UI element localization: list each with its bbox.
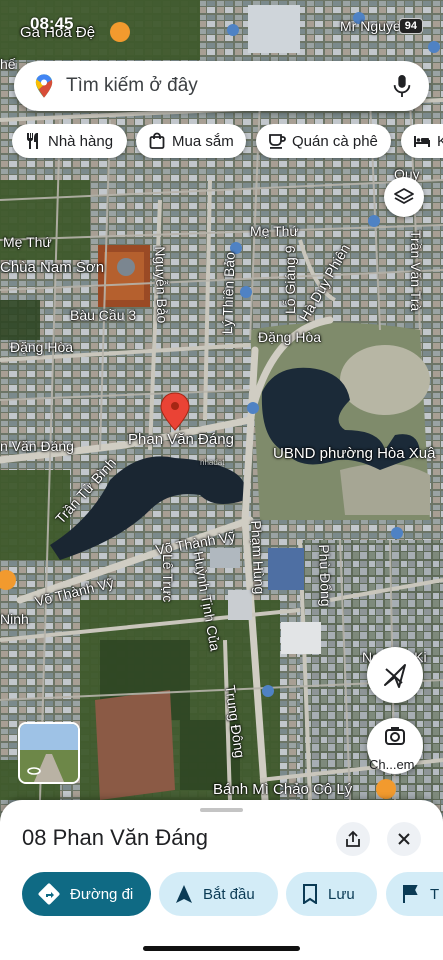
- chip-label: Mua sắm: [172, 132, 234, 150]
- map-label-place: Chùa Nam Sơn: [0, 259, 105, 276]
- map-label-street: Đặng Hòa: [258, 329, 322, 345]
- chip-label: K: [437, 132, 443, 150]
- my-location-button[interactable]: [367, 647, 423, 703]
- flag-icon: [403, 885, 418, 903]
- microphone-icon[interactable]: [391, 73, 413, 99]
- temple-poi-icon: [117, 258, 135, 276]
- chip-cafes[interactable]: Quán cà phê: [256, 124, 391, 158]
- close-icon: [398, 833, 410, 845]
- map-label: Mr Nguye: [340, 18, 401, 34]
- maps-logo-icon: [35, 74, 53, 98]
- share-button[interactable]: [336, 822, 370, 856]
- directions-icon: [38, 883, 60, 905]
- map-label-street: Phù Đổng: [316, 544, 335, 607]
- map-label-street: Đặng Hòa: [10, 339, 74, 355]
- category-chips: Nhà hàng Mua sắm Quán cà phê K: [12, 124, 443, 160]
- map-label-street: Nguyễn Bảo: [152, 246, 171, 324]
- map-label-street: Mẹ Thứ: [3, 234, 52, 250]
- sheet-drag-handle[interactable]: [200, 808, 243, 812]
- chip-hotels[interactable]: K: [401, 124, 443, 158]
- place-title: 08 Phan Văn Đáng: [22, 825, 208, 850]
- directions-label: Đường đi: [70, 885, 134, 903]
- coffee-icon: [269, 134, 286, 149]
- camera-icon: [385, 727, 405, 745]
- chip-shopping[interactable]: Mua sắm: [136, 124, 246, 158]
- navigation-arrow-icon: [176, 885, 192, 903]
- camera-button-label: Ch...em: [369, 757, 415, 772]
- directions-button[interactable]: Đường đi: [22, 872, 151, 916]
- chip-label: Nhà hàng: [48, 132, 114, 150]
- map-label-street: Mẹ Thứ: [250, 223, 299, 239]
- status-time: 08:45: [30, 14, 74, 33]
- save-label: Lưu: [328, 885, 355, 903]
- start-label: Bắt đầu: [203, 885, 255, 903]
- close-button[interactable]: [387, 822, 421, 856]
- map-label-street: Bàu Cầu 3: [70, 307, 137, 323]
- restaurant-poi-icon: [110, 22, 130, 42]
- map-label-street: Lỗ Giáng 9: [282, 245, 298, 315]
- save-button[interactable]: Lưu: [286, 872, 377, 916]
- map-label-street: Trần Văn Trà: [408, 230, 424, 312]
- chip-label: Quán cà phê: [292, 132, 378, 150]
- home-indicator: [143, 946, 300, 951]
- camera-search-button[interactable]: Ch...em: [367, 718, 423, 774]
- map-label-street: Lê Trực: [160, 554, 176, 603]
- search-placeholder[interactable]: Tìm kiếm ở đây: [66, 75, 198, 97]
- map-label-street: n Văn Đáng: [0, 438, 74, 454]
- hotel-icon: [414, 136, 430, 147]
- map-label-place: UBND phường Hòa Xuâ: [273, 445, 436, 462]
- flag-label: T: [430, 885, 440, 903]
- share-icon: [346, 830, 360, 847]
- map-label-street: Ninh: [0, 611, 29, 627]
- chip-restaurants[interactable]: Nhà hàng: [12, 124, 127, 158]
- battery-indicator: 94: [398, 18, 423, 34]
- map-label-selected-street: Phan Văn Đáng: [128, 431, 234, 448]
- street-view-thumbnail[interactable]: [18, 722, 80, 784]
- map-label: hế: [0, 56, 16, 72]
- location-arrow-icon: [384, 664, 406, 688]
- shopping-bag-icon: [149, 132, 165, 149]
- restaurant-poi-icon: [376, 779, 396, 799]
- rotate-360-icon: [27, 767, 41, 775]
- restaurant-icon: [27, 133, 38, 149]
- flag-button[interactable]: T: [386, 872, 443, 916]
- watermark: nhadat: [200, 458, 225, 467]
- map-label-place: Bánh Mì Chảo Cô Lý: [213, 781, 353, 798]
- layers-button[interactable]: [384, 177, 424, 217]
- bookmark-icon: [303, 884, 317, 904]
- start-button[interactable]: Bắt đầu: [159, 872, 278, 916]
- map-label-street: Lý Thiên Bảo: [218, 251, 238, 335]
- layers-icon: [394, 188, 414, 204]
- search-bar[interactable]: Tìm kiếm ở đây: [14, 61, 429, 111]
